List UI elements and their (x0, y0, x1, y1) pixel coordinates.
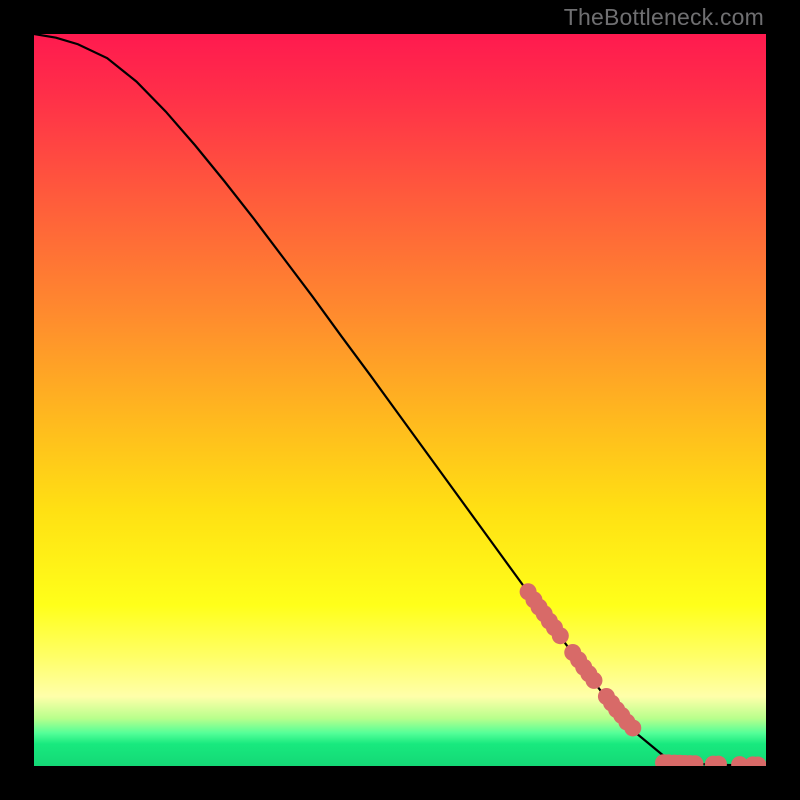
bottleneck-curve-line (34, 34, 766, 766)
highlight-point (585, 672, 602, 689)
highlight-point (552, 627, 569, 644)
watermark-text: TheBottleneck.com (564, 4, 764, 31)
highlight-point (624, 719, 641, 736)
plot-area (34, 34, 766, 766)
chart-stage: TheBottleneck.com (0, 0, 800, 800)
chart-svg-layer (34, 34, 766, 766)
